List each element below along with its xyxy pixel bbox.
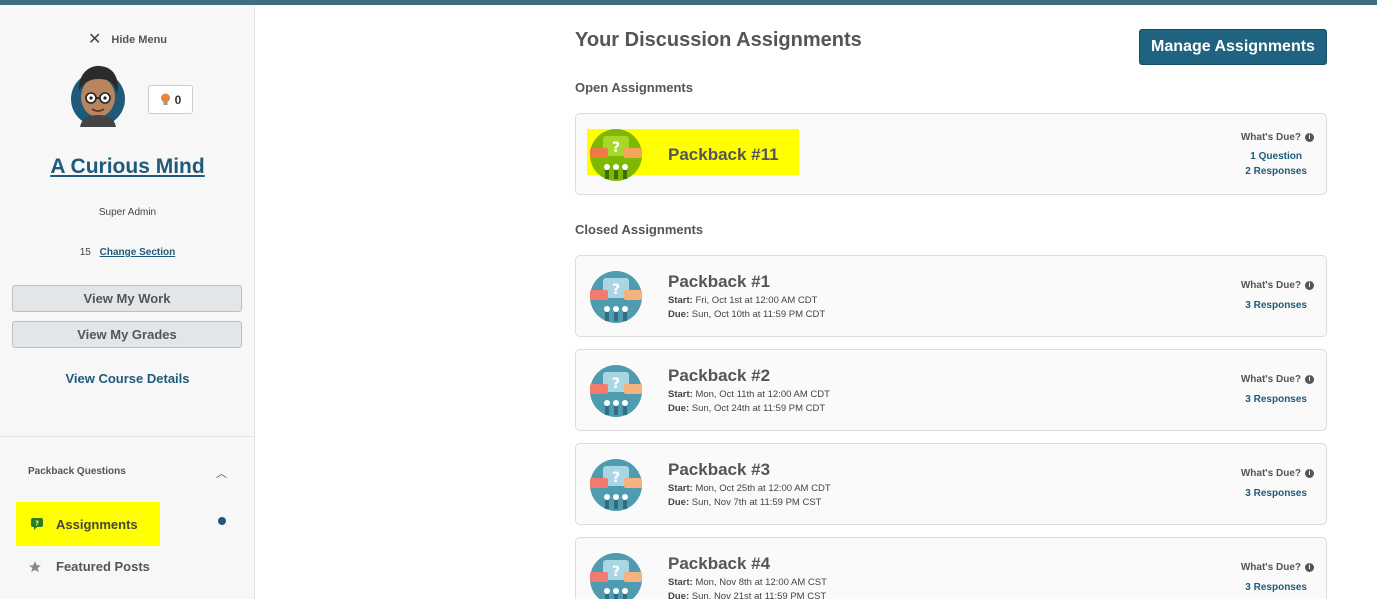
assignment-dates: Start: Mon, Nov 8th at 12:00 AM CST Due:… [668, 577, 827, 599]
hide-menu-label: Hide Menu [111, 34, 168, 46]
whats-due-label: What's Due? i [1241, 132, 1314, 143]
sidebar-item-label: Assignments [56, 516, 138, 532]
assignment-name: Packback #1 [668, 272, 771, 291]
whats-due-label: What's Due? i [1241, 280, 1314, 291]
sidebar-item-assignments[interactable]: ? Assignments [16, 502, 160, 546]
points-count: 0 [174, 92, 182, 107]
question-bubble-icon: ? [31, 518, 43, 530]
close-icon: ✕ [88, 31, 102, 48]
info-icon[interactable]: i [1305, 281, 1314, 290]
info-icon[interactable]: i [1305, 469, 1314, 478]
points-badge[interactable]: 0 [148, 85, 193, 114]
view-my-grades-button[interactable]: View My Grades [12, 321, 242, 348]
view-course-details-link[interactable]: View Course Details [0, 371, 255, 386]
svg-text:?: ? [612, 564, 620, 580]
info-icon[interactable]: i [1305, 133, 1314, 142]
due-item: 1 Question [1250, 151, 1302, 162]
whats-due-items: 3 Responses [1245, 394, 1307, 405]
assignment-dates: Start: Fri, Oct 1st at 12:00 AM CDT Due:… [668, 295, 826, 320]
user-avatar[interactable] [70, 61, 126, 127]
whats-due-items: 3 Responses [1245, 582, 1307, 593]
view-my-work-button[interactable]: View My Work [12, 285, 242, 312]
svg-text:?: ? [612, 376, 620, 392]
chevron-up-icon[interactable]: ︿ [216, 465, 227, 481]
assignment-dates: Start: Mon, Oct 25th at 12:00 AM CDT Due… [668, 483, 831, 508]
manage-assignments-button[interactable]: Manage Assignments [1139, 29, 1327, 65]
due-item: 2 Responses [1245, 166, 1307, 177]
discussion-icon: ? [590, 129, 642, 181]
user-name-link[interactable]: A Curious Mind [0, 155, 255, 179]
sidebar-item-label: Featured Posts [56, 559, 150, 574]
nav-group-title: Packback Questions [28, 466, 126, 477]
whats-due-label: What's Due? i [1241, 374, 1314, 385]
svg-text:?: ? [612, 282, 620, 298]
discussion-icon: ? [590, 459, 642, 511]
change-section-link[interactable]: Change Section [100, 247, 176, 258]
assignment-card[interactable]: ? Packback #1 Start: Fri, Oct 1st at 12:… [575, 255, 1327, 337]
whats-due-label: What's Due? i [1241, 468, 1314, 479]
assignment-card[interactable]: ? Packback #4 Start: Mon, Nov 8th at 12:… [575, 537, 1327, 599]
assignment-card[interactable]: ? Packback #3 Start: Mon, Oct 25th at 12… [575, 443, 1327, 525]
sidebar-item-featured-posts[interactable]: Featured Posts [28, 559, 150, 574]
svg-text:?: ? [612, 470, 620, 486]
section-row: 15 Change Section [0, 247, 255, 258]
whats-due-label: What's Due? i [1241, 562, 1314, 573]
discussion-icon: ? [590, 365, 642, 417]
whats-due-items: 3 Responses [1245, 488, 1307, 499]
discussion-icon: ? [590, 271, 642, 323]
sidebar: ✕ Hide Menu 0 A Curious Mind Super Admin… [0, 5, 255, 599]
hide-menu-button[interactable]: ✕ Hide Menu [88, 32, 167, 48]
star-icon [29, 560, 41, 572]
open-assignments-heading: Open Assignments [575, 80, 693, 95]
assignment-name: Packback #11 [668, 145, 779, 164]
user-role: Super Admin [98, 207, 157, 218]
assignment-dates: Start: Mon, Oct 11th at 12:00 AM CDT Due… [668, 389, 830, 414]
closed-assignments-heading: Closed Assignments [575, 222, 704, 237]
info-icon[interactable]: i [1305, 563, 1314, 572]
active-indicator-dot [218, 517, 226, 525]
lightbulb-icon [160, 93, 170, 105]
page-title: Your Discussion Assignments [575, 29, 862, 51]
assignment-card[interactable]: ? Packback #2 Start: Mon, Oct 11th at 12… [575, 349, 1327, 431]
sidebar-divider [0, 436, 255, 437]
whats-due-items: 3 Responses [1245, 300, 1307, 311]
svg-text:?: ? [612, 140, 620, 156]
section-number: 15 [79, 247, 91, 258]
svg-text:?: ? [35, 520, 39, 528]
whats-due-items: 1 Question 2 Responses [1245, 149, 1307, 179]
assignment-name: Packback #4 [668, 554, 771, 573]
discussion-icon: ? [590, 553, 642, 599]
assignment-name: Packback #3 [668, 460, 771, 479]
info-icon[interactable]: i [1305, 375, 1314, 384]
assignment-card-open[interactable]: ? Packback #11 What's Due? i 1 Question 2… [575, 113, 1327, 195]
assignment-name: Packback #2 [668, 366, 771, 385]
